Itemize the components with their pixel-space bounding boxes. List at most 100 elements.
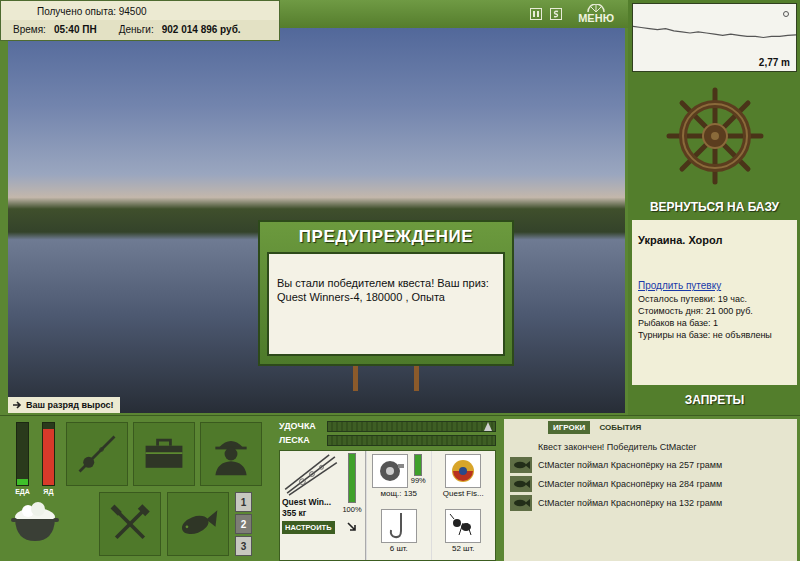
bait-count: 52 шт. [452, 544, 475, 553]
chat-tab[interactable]: СОБЫТИЯ [594, 421, 646, 434]
base-fact: Турниры на базе: не объявлены [638, 329, 791, 341]
message-text: CtMacter поймал Краснопёрку на 132 грамм [538, 498, 722, 508]
reel-condition-reading: 99% [411, 476, 426, 485]
tension-bar [327, 435, 496, 446]
expand-arrow-icon[interactable] [347, 522, 357, 532]
fork-knife-icon [107, 501, 153, 547]
tackle-panel: Quest Win...355 кгНАСТРОИТЬ100%99%мощ.: … [279, 450, 496, 561]
rod-cell: Quest Win...355 кгНАСТРОИТЬ100% [280, 451, 366, 560]
right-panel: 2,77 m ВЕРНУТЬСЯ НА БАЗУ Украина. Хорол Про… [628, 0, 800, 415]
board-posts [353, 366, 419, 391]
hook-icon [381, 509, 417, 543]
meter-fill [43, 429, 54, 485]
food-button[interactable] [99, 492, 161, 556]
reel-top: 99% [372, 454, 426, 488]
fish-icon [510, 495, 532, 511]
tension-bar [327, 421, 496, 432]
condition-bar [414, 454, 422, 476]
condition-fill [349, 454, 355, 502]
arrow-icon [12, 400, 22, 410]
chat-tabs: ИГРОКИ СОБЫТИЯ [504, 419, 797, 436]
box-icon [141, 431, 187, 477]
setup-button[interactable]: НАСТРОИТЬ [282, 521, 335, 534]
bans-button[interactable]: ЗАПРЕТЫ [632, 385, 797, 415]
depth-chart: 2,77 m [632, 3, 797, 72]
menu-button[interactable]: МЕНЮ [578, 4, 614, 24]
experience: Получено опыта: 94500 [1, 1, 279, 20]
meter: ЕДА [15, 422, 30, 495]
depth-reading: 2,77 m [759, 57, 790, 68]
slot-button[interactable]: 3 [235, 536, 252, 556]
extend-link[interactable]: Продлить путевку [638, 280, 791, 291]
rod-image-icon[interactable] [282, 453, 340, 497]
character-button[interactable] [200, 422, 262, 486]
chat-message: Квест закончен! Победитель CtMacter [510, 440, 791, 454]
meter-row: ЕДА ЯД [15, 422, 55, 495]
fish-icon [510, 476, 532, 492]
post [353, 366, 358, 391]
scene-photo: ПРЕДУПРЕЖДЕНИЕВы стали победителем квест… [8, 28, 625, 413]
fish-cage-button[interactable] [167, 492, 229, 556]
message-text: CtMacter поймал Краснопёрку на 284 грамм [538, 479, 722, 489]
tension-row: УДОЧКА [279, 420, 496, 432]
dialog-board: ПРЕДУПРЕЖДЕНИЕВы стали победителем квест… [258, 220, 514, 366]
ant-icon [445, 509, 481, 543]
time-label: Время: [13, 24, 46, 35]
rod-condition-reading: 100% [342, 505, 361, 514]
base-fact: Рыбаков на базе: 1 [638, 317, 791, 329]
sound-icon[interactable] [550, 8, 562, 20]
fish-icon [175, 501, 221, 547]
hook-item[interactable]: 6 шт. [366, 506, 431, 561]
slot-button[interactable]: 2 [235, 514, 252, 534]
slot-button[interactable]: 1 [235, 492, 252, 512]
meter-label: ЯД [43, 488, 53, 495]
meter-track [16, 422, 29, 486]
lure-item[interactable]: Quest Fis... [431, 451, 496, 506]
meter: ЯД [42, 422, 55, 495]
tool-grid: 123 [66, 422, 262, 561]
chat-tab[interactable]: ИГРОКИ [548, 421, 590, 434]
main-area: Получено опыта: 94500Время:05:40 ПНДеньг… [0, 0, 628, 415]
condition-bar [348, 453, 356, 503]
rod-condition: 100% [341, 453, 363, 558]
message-text: Квест закончен! Победитель CtMacter [538, 442, 696, 452]
reel-power: мощ.: 135 [380, 489, 417, 498]
warning-dialog: ПРЕДУПРЕЖДЕНИЕВы стали победителем квест… [258, 220, 514, 391]
fish-icon [510, 457, 532, 473]
hook-count: 6 шт. [390, 544, 408, 553]
ship-wheel-icon[interactable] [665, 86, 765, 186]
reel-item[interactable]: 99% мощ.: 135 [366, 451, 431, 506]
rank-notice: Ваш разряд вырос! [8, 397, 120, 413]
time-money-row: Время:05:40 ПНДеньги:902 014 896 руб. [1, 20, 279, 40]
dialog-title: ПРЕДУПРЕЖДЕНИЕ [267, 222, 505, 252]
helm-area [632, 72, 797, 200]
meters: ЕДА ЯД [8, 422, 62, 561]
rod-name: Quest Win... [282, 497, 331, 508]
tension-label: УДОЧКА [279, 421, 323, 431]
chat-message: CtMacter поймал Краснопёрку на 132 грамм [510, 495, 791, 511]
reel-icon [372, 454, 408, 488]
bait-item[interactable]: 52 шт. [431, 506, 496, 561]
time-value: 05:40 ПН [54, 24, 97, 35]
rods-button[interactable] [66, 422, 128, 486]
rod-slots: 123 [235, 492, 252, 556]
bottom-panel: ЕДАЯД123УДОЧКАЛЕСКАQuest Win...355 кгНАС… [0, 415, 800, 561]
game-screen: Получено опыта: 94500Время:05:40 ПНДеньг… [0, 0, 800, 561]
food-pot-icon[interactable] [10, 499, 60, 545]
base-info: Украина. ХоролПродлить путевкуОсталось п… [632, 220, 797, 385]
tackle-items: 99% мощ.: 135 Quest Fis... 6 шт. 52 шт. [366, 451, 495, 560]
tackle-area: УДОЧКАЛЕСКАQuest Win...355 кгНАСТРОИТЬ10… [275, 416, 500, 561]
return-to-base-button[interactable]: ВЕРНУТЬСЯ НА БАЗУ [632, 200, 797, 220]
base-fact: Стоимость дня: 21 000 руб. [638, 305, 791, 317]
pause-icon[interactable] [530, 8, 542, 20]
tension-row: ЛЕСКА [279, 434, 496, 446]
dialog-message: Вы стали победителем квеста! Ваш приз: Q… [267, 252, 505, 356]
reel-condition: 99% [411, 454, 426, 485]
wheel-icon [586, 4, 606, 12]
notice-text: Ваш разряд вырос! [26, 400, 114, 410]
base-name: Украина. Хорол [638, 234, 791, 246]
tackle-box-button[interactable] [133, 422, 195, 486]
meter-track [42, 422, 55, 486]
post [414, 366, 419, 391]
chat-log: Квест закончен! Победитель CtMacter CtMac… [504, 436, 797, 561]
